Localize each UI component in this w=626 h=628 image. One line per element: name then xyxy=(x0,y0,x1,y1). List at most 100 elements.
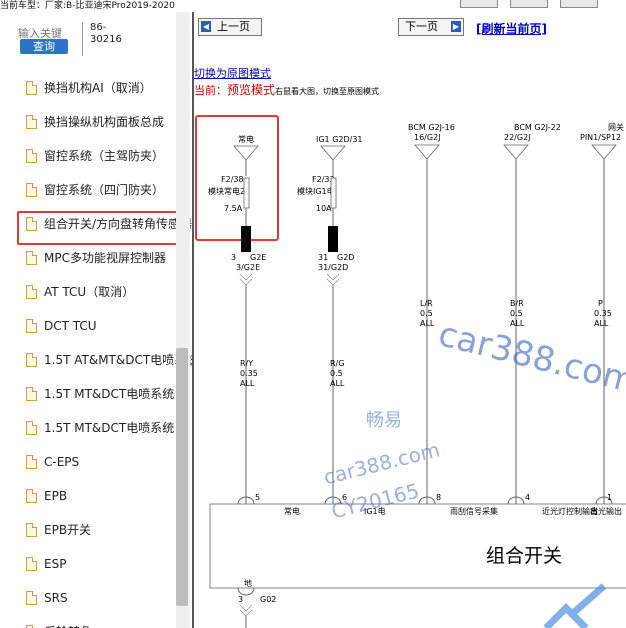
col1-connector-block xyxy=(241,226,251,252)
col1-chevrons xyxy=(239,273,253,286)
mode-hint: 右鼠看大图，切换至原图模式 xyxy=(275,87,380,96)
sidebar-tree-item[interactable]: C-EPS xyxy=(0,449,176,477)
col2-top-arrow xyxy=(320,145,346,161)
col1-wire-scope: ALL xyxy=(240,379,255,388)
sidebar-tree-item[interactable]: DCT TCU xyxy=(0,313,176,341)
sidebar-tree-item[interactable]: 1.5T MT&DCT电喷系统 xyxy=(0,415,176,443)
document-icon xyxy=(26,523,37,537)
document-icon xyxy=(26,81,37,95)
sidebar-tree-item-label: MPC多功能视屏控制器 xyxy=(44,251,166,265)
document-icon xyxy=(26,319,37,333)
document-icon xyxy=(26,489,37,503)
sidebar-tree-item[interactable]: 换挡操纵机构面板总成 xyxy=(0,109,176,137)
document-icon xyxy=(26,149,37,163)
selected-item-highlight xyxy=(17,211,187,245)
document-icon xyxy=(26,115,37,129)
col5-top-arrow xyxy=(591,144,617,160)
sidebar-tree-item[interactable]: 后轮转角…… xyxy=(0,619,176,628)
col2-wire-color: R/G xyxy=(330,359,344,368)
next-page-label: 下一页 xyxy=(405,20,438,33)
document-icon xyxy=(26,353,37,367)
ground-pin: 3 xyxy=(238,595,243,604)
next-page-button[interactable]: 下一页 ▶ xyxy=(398,18,464,36)
sidebar-tree-item[interactable]: 1.5T MT&DCT电喷系统 xyxy=(0,381,176,409)
sidebar-tree-item-label: AT TCU（取消） xyxy=(44,285,135,299)
col1-bottom-pin: 5 xyxy=(255,493,260,502)
col3-bottom-pin: 8 xyxy=(436,493,441,502)
col4-wire-size: 0.5 xyxy=(510,309,523,318)
search-hint-line: 86- xyxy=(90,22,107,33)
col4-top-arrow xyxy=(503,144,529,160)
sidebar-tree-item[interactable]: 换挡机构AI（取消） xyxy=(0,75,176,103)
sidebar-tree-item-label: 窗控系统（主驾防夹） xyxy=(44,149,165,163)
prev-page-label: 上一页 xyxy=(217,20,250,33)
search-button[interactable]: 查询 xyxy=(20,39,68,54)
watermark-brand: 畅易 xyxy=(366,410,402,431)
col3-top-sub: 16/G2J xyxy=(414,133,441,142)
sidebar-tree-item-label: 后轮转角…… xyxy=(44,624,116,628)
document-icon xyxy=(26,421,37,435)
switch-mode-link[interactable]: 切换为原图模式 xyxy=(194,65,271,81)
ground-pin-arc xyxy=(237,587,255,596)
module-box xyxy=(209,503,626,589)
top-toolbar-button[interactable] xyxy=(510,0,548,8)
search-hint: 86- 30216 xyxy=(90,22,122,46)
col1-fuse-id: F2/38 xyxy=(221,175,244,184)
ground-connector: G02 xyxy=(260,595,276,604)
mode-prefix: 当前： xyxy=(194,84,227,97)
sidebar-tree-item-label: SRS xyxy=(44,591,68,605)
watermark-site: car388.com xyxy=(321,437,442,489)
search-divider xyxy=(82,22,83,56)
sidebar-tree-item-label: 1.5T AT&MT&DCT电喷系统 xyxy=(44,353,194,367)
col4-top-sub: 22/G2J xyxy=(504,133,531,142)
sidebar-tree-item[interactable]: SRS xyxy=(0,585,176,613)
col2-chevrons xyxy=(326,273,340,286)
sidebar-tree-item[interactable]: AT TCU（取消） xyxy=(0,279,176,307)
search-input[interactable] xyxy=(18,26,74,40)
watermark-stroke xyxy=(543,583,607,628)
col2-pin-a: 31 xyxy=(318,253,328,262)
col1-conn-b: 3/G2E xyxy=(236,263,260,272)
sidebar-tree-item[interactable]: EPB xyxy=(0,483,176,511)
sidebar-tree-item-label: ESP xyxy=(44,557,67,571)
col2-fuse-symbol xyxy=(330,177,337,209)
document-icon xyxy=(26,285,37,299)
col1-pin-a: 3 xyxy=(231,253,236,262)
mode-name: 预览模式 xyxy=(227,83,276,97)
main-panel: ◀ 上一页 下一页 ▶ [刷新当前页] 切换为原图模式 当前：预览模式右鼠看大图… xyxy=(194,12,626,628)
arrow-right-icon: ▶ xyxy=(451,21,461,32)
sidebar-tree-item[interactable]: 1.5T AT&MT&DCT电喷系统 xyxy=(0,347,192,375)
sidebar-tree-item[interactable]: 窗控系统（四门防夹） xyxy=(0,177,176,205)
sidebar-tree-item[interactable]: 窗控系统（主驾防夹） xyxy=(0,143,176,171)
sidebar: 查询 86- 30216 换挡机构AI（取消） 换挡操纵机构面板总成窗控系统（主驾… xyxy=(0,12,194,628)
col1-top-label: 常电 xyxy=(238,134,254,144)
module-name: 组合开关 xyxy=(486,545,562,567)
sidebar-tree-item-label: DCT TCU xyxy=(44,319,97,333)
sidebar-scroll-thumb[interactable] xyxy=(176,348,188,606)
sidebar-tree-item[interactable]: ESP xyxy=(0,551,176,579)
document-icon xyxy=(26,557,37,571)
sidebar-tree-item[interactable]: MPC多功能视屏控制器 xyxy=(0,245,176,273)
extra-pin-label: 背光输出 xyxy=(590,506,622,516)
col4-wire-scope: ALL xyxy=(510,319,525,328)
col1-wire-color: R/Y xyxy=(240,359,253,368)
wiring-schematic[interactable]: 常电 F2/38 模块常电2 7.5A 3 G2E 3/G2E R/Y 0.35… xyxy=(194,108,626,628)
sidebar-tree-item[interactable]: EPB开关 xyxy=(0,517,176,545)
col2-conn-a: G2D xyxy=(337,253,354,262)
refresh-page-link[interactable]: [刷新当前页] xyxy=(476,20,547,37)
document-icon xyxy=(26,591,37,605)
col3-wire-scope: ALL xyxy=(420,319,435,328)
col4-top-label: BCM G2J-22 xyxy=(514,123,561,132)
col1-fuse-symbol xyxy=(243,177,250,209)
sidebar-tree-item-label: EPB开关 xyxy=(44,523,92,537)
prev-page-button[interactable]: ◀ 上一页 xyxy=(198,18,262,36)
col1-wire-size: 0.35 xyxy=(240,369,258,378)
col3-top-label: BCM G2J-16 xyxy=(408,123,455,132)
col4-wire-color: B/R xyxy=(510,299,524,308)
sidebar-tree-item-label: 1.5T MT&DCT电喷系统 xyxy=(44,421,175,435)
top-toolbar-button[interactable] xyxy=(560,0,598,8)
sidebar-tree-item-label: 换挡机构AI（取消） xyxy=(44,81,152,95)
col3-top-arrow xyxy=(414,144,440,160)
top-bar: 当前车型：厂家:B-比亚迪宋Pro2019-2020 xyxy=(0,0,626,12)
top-toolbar-button[interactable] xyxy=(460,0,498,8)
